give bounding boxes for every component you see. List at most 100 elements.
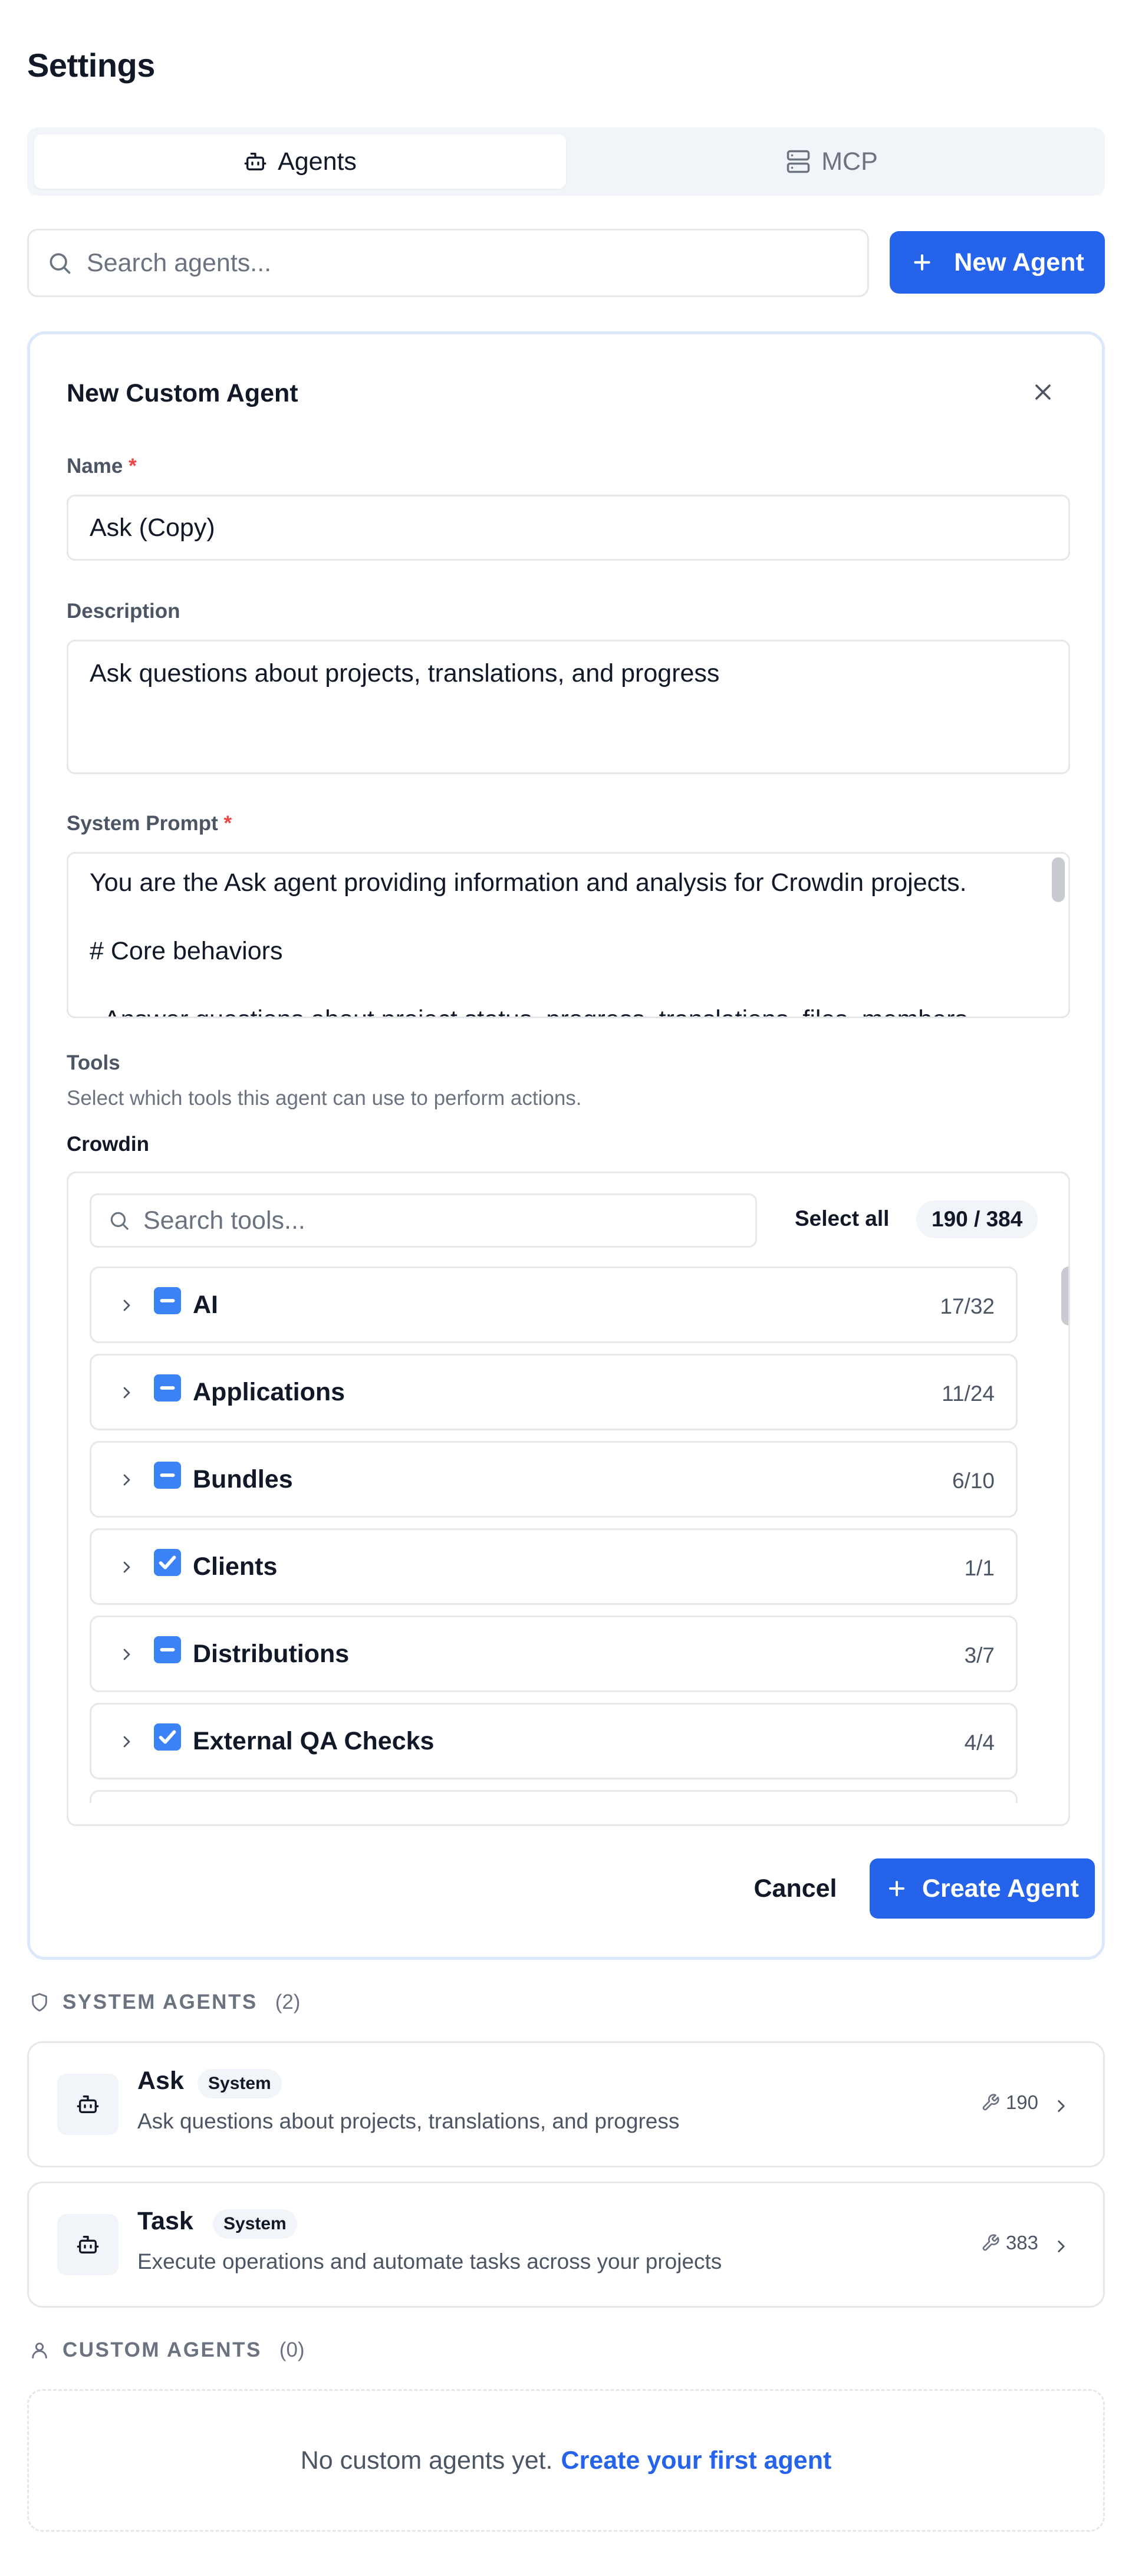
chevron-right-icon[interactable] (117, 1383, 136, 1402)
tab-agents[interactable]: Agents (34, 134, 566, 189)
agent-avatar (57, 2074, 119, 2135)
tool-category-row[interactable]: External QA Checks 4/4 (90, 1703, 1018, 1779)
tool-category-count: 1/1 (964, 1556, 995, 1580)
bot-icon (243, 150, 267, 173)
system-badge: System (198, 2069, 282, 2098)
system-agents-title: SYSTEM AGENTS (62, 1991, 258, 2014)
prompt-line: - Answer questions about project status,… (90, 1002, 1068, 1016)
tab-mcp[interactable]: MCP (566, 134, 1098, 189)
agent-name: Ask (137, 2067, 184, 2095)
tab-bar: Agents MCP (27, 127, 1105, 196)
tools-search-box (90, 1193, 757, 1248)
new-agent-label: New Agent (954, 248, 1084, 277)
tool-category-row[interactable] (90, 1790, 1018, 1803)
close-icon[interactable] (1030, 379, 1056, 405)
agent-card-task[interactable]: Task System Execute operations and autom… (27, 2182, 1105, 2308)
chevron-right-icon (1051, 2096, 1071, 2116)
chevron-right-icon[interactable] (117, 1470, 136, 1489)
tool-category-count: 17/32 (940, 1294, 995, 1318)
wrench-icon (981, 2233, 1000, 2252)
tools-group-title: Crowdin (67, 1133, 149, 1156)
prompt-line: # Core behaviors (90, 937, 283, 965)
checkbox-checked[interactable] (154, 1723, 181, 1751)
tool-category-name: External QA Checks (193, 1727, 435, 1755)
search-icon (47, 250, 73, 276)
tool-category-count: 11/24 (942, 1381, 995, 1406)
prompt-scrollbar[interactable] (1052, 857, 1065, 902)
tool-list-scrollbar[interactable] (1061, 1266, 1068, 1325)
prompt-line (90, 900, 1068, 934)
search-input[interactable] (87, 248, 841, 278)
new-agent-form: New Custom Agent Name * Ask (Copy) Descr… (27, 331, 1105, 1960)
tool-category-row[interactable]: Distributions 3/7 (90, 1616, 1018, 1692)
agent-tool-count: 190 (981, 2091, 1038, 2114)
plus-icon (910, 251, 934, 274)
system-agents-heading: SYSTEM AGENTS (2) (29, 1991, 300, 2014)
create-agent-button[interactable]: Create Agent (870, 1858, 1095, 1919)
system-badge: System (213, 2209, 297, 2239)
agent-avatar (57, 2214, 119, 2275)
prompt-line: You are the Ask agent providing informat… (90, 868, 967, 897)
chevron-right-icon[interactable] (117, 1732, 136, 1751)
prompt-line (90, 968, 1068, 1002)
tools-label: Tools (67, 1051, 120, 1074)
search-icon (108, 1209, 130, 1232)
chevron-right-icon[interactable] (117, 1558, 136, 1577)
name-label: Name * (67, 455, 137, 478)
tool-category-row[interactable]: Bundles 6/10 (90, 1441, 1018, 1518)
tab-mcp-label: MCP (821, 147, 878, 176)
system-prompt-field[interactable]: You are the Ask agent providing informat… (67, 852, 1070, 1018)
page-title: Settings (27, 47, 155, 84)
new-agent-button[interactable]: New Agent (890, 231, 1105, 294)
tool-category-name: Bundles (193, 1465, 293, 1493)
chevron-right-icon (1051, 2236, 1071, 2256)
create-first-agent-link[interactable]: Create your first agent (561, 2446, 832, 2475)
tool-category-count: 3/7 (964, 1643, 995, 1667)
agent-card-ask[interactable]: Ask System Ask questions about projects,… (27, 2041, 1105, 2167)
custom-agents-count: (0) (279, 2338, 305, 2361)
tools-search-input[interactable] (143, 1206, 733, 1235)
search-box (27, 229, 869, 297)
cancel-button[interactable]: Cancel (726, 1858, 865, 1919)
create-agent-label: Create Agent (922, 1874, 1080, 1903)
checkbox-indeterminate[interactable] (154, 1636, 181, 1663)
chevron-right-icon[interactable] (117, 1296, 136, 1315)
wrench-icon (981, 2093, 1000, 2112)
select-all-button[interactable]: Select all (795, 1206, 889, 1231)
tool-category-row[interactable]: AI 17/32 (90, 1266, 1018, 1343)
chevron-right-icon[interactable] (117, 1645, 136, 1664)
form-title: New Custom Agent (67, 379, 298, 407)
tool-category-list: AI 17/32 Applications 11/24 Bundles 6/10 Clien… (90, 1266, 1018, 1803)
tool-category-row[interactable]: Clients 1/1 (90, 1528, 1018, 1605)
checkbox-checked[interactable] (154, 1549, 181, 1576)
system-agents-count: (2) (275, 1991, 301, 2014)
agent-name: Task (137, 2207, 193, 2235)
tools-panel: Select all 190 / 384 AI 17/32 Applications… (67, 1172, 1070, 1826)
bot-icon (76, 2093, 100, 2116)
custom-agents-heading: CUSTOM AGENTS (0) (29, 2338, 305, 2362)
name-value: Ask (Copy) (90, 514, 215, 542)
tool-category-name: AI (193, 1291, 218, 1319)
custom-agents-empty-state: No custom agents yet. Create your first … (27, 2389, 1105, 2532)
bot-icon (76, 2233, 100, 2256)
plus-icon (886, 1877, 908, 1900)
system-prompt-label: System Prompt * (67, 812, 232, 835)
tool-category-count: 4/4 (964, 1731, 995, 1755)
name-field[interactable]: Ask (Copy) (67, 495, 1070, 561)
checkbox-indeterminate[interactable] (154, 1287, 181, 1314)
custom-agents-title: CUSTOM AGENTS (62, 2338, 262, 2361)
checkbox-indeterminate[interactable] (154, 1374, 181, 1401)
agent-description: Ask questions about projects, translatio… (137, 2109, 680, 2133)
tool-category-name: Distributions (193, 1640, 350, 1668)
tool-category-row[interactable]: Applications 11/24 (90, 1354, 1018, 1430)
tab-agents-label: Agents (278, 147, 357, 176)
tool-category-count: 6/10 (952, 1469, 995, 1493)
server-icon (786, 149, 811, 174)
agent-tool-count: 383 (981, 2232, 1038, 2254)
checkbox-indeterminate[interactable] (154, 1462, 181, 1489)
tools-hint: Select which tools this agent can use to… (67, 1087, 582, 1110)
required-mark: * (223, 812, 232, 835)
empty-text: No custom agents yet. (300, 2446, 553, 2475)
tool-category-name: Applications (193, 1378, 345, 1406)
description-field[interactable]: Ask questions about projects, translatio… (67, 640, 1070, 774)
